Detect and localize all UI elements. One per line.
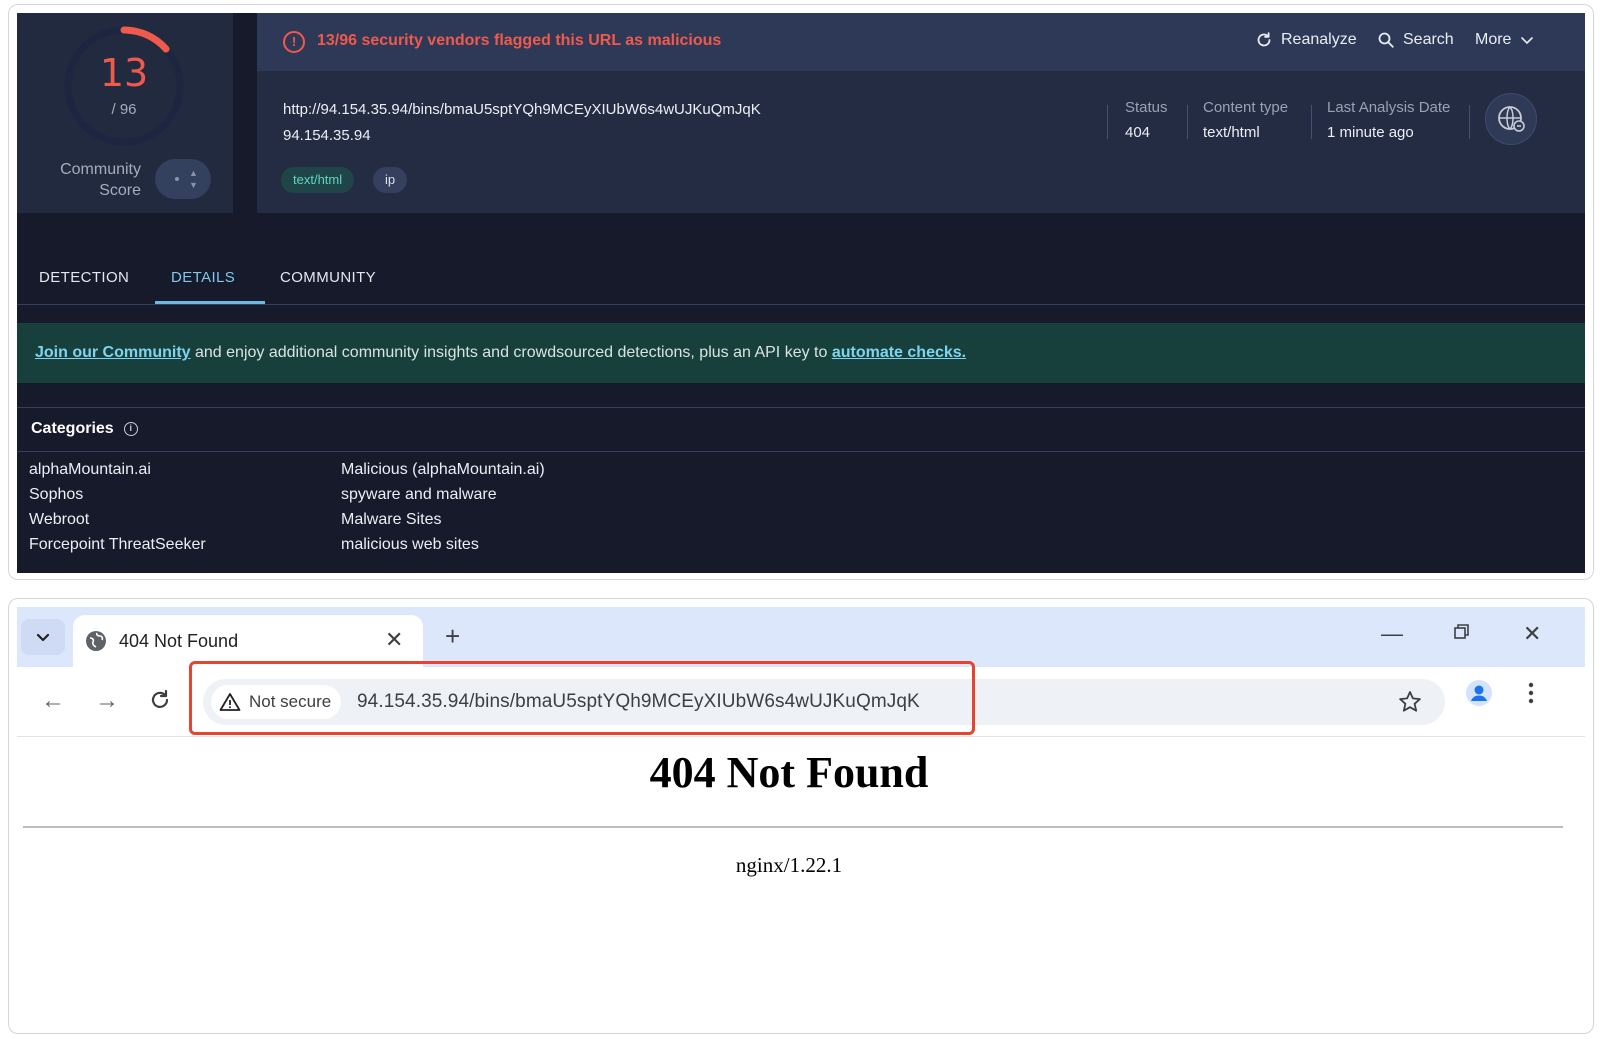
category-row: Sophos spyware and malware — [17, 486, 1585, 511]
browser-tabstrip: 404 Not Found ✕ + — ✕ — [17, 607, 1585, 667]
close-window-icon[interactable]: ✕ — [1523, 621, 1541, 647]
tag-content-type[interactable]: text/html — [281, 167, 355, 193]
refresh-icon — [1257, 32, 1271, 47]
more-options-icon[interactable] — [1527, 679, 1535, 707]
browser-page-content: 404 Not Found nginx/1.22.1 — [17, 737, 1585, 1027]
restore-icon[interactable] — [1453, 621, 1471, 647]
status-label: Status — [1125, 99, 1168, 116]
browser-screenshot-panel: 404 Not Found ✕ + — ✕ ← → Not secure 94.… — [8, 598, 1594, 1034]
page-heading: 404 Not Found — [649, 748, 929, 797]
automate-checks-link[interactable]: automate checks. — [832, 344, 966, 361]
alert-circle-icon: ! — [283, 31, 305, 53]
category-row: Webroot Malware Sites — [17, 511, 1585, 536]
vote-up-icon[interactable]: ▲ — [189, 169, 198, 178]
search-label: Search — [1403, 31, 1454, 48]
category-vendor: Forcepoint ThreatSeeker — [29, 536, 206, 553]
last-analysis-value: 1 minute ago — [1327, 124, 1414, 141]
community-score-label: Community Score — [60, 161, 141, 199]
detection-total: / 96 — [111, 101, 137, 118]
chevron-down-icon — [1521, 37, 1534, 44]
join-community-banner: Join our Community and enjoy additional … — [17, 323, 1585, 383]
back-icon[interactable]: ← — [41, 689, 65, 713]
active-tab-indicator — [155, 301, 265, 304]
category-value: Malware Sites — [341, 511, 442, 528]
address-highlight-annotation — [189, 661, 975, 735]
vote-down-icon[interactable]: ▼ — [189, 181, 198, 190]
chevron-down-icon — [36, 633, 50, 642]
categories-title: Categories — [31, 420, 114, 437]
meta-divider — [1469, 105, 1470, 139]
detection-count: 13 — [99, 51, 149, 95]
close-tab-icon[interactable]: ✕ — [385, 627, 403, 653]
status-value: 404 — [1125, 124, 1151, 141]
info-icon[interactable]: i — [123, 422, 138, 436]
virustotal-report: 13 / 96 Community Score ▲ ▼ ! 13/96 secu… — [17, 13, 1585, 573]
section-divider — [17, 451, 1585, 452]
banner-text: and enjoy additional community insights … — [190, 344, 832, 361]
restore-window-glyph — [1454, 624, 1469, 639]
category-value: spyware and malware — [341, 486, 497, 503]
search-button[interactable]: Search — [1377, 31, 1454, 49]
reanalyze-label: Reanalyze — [1281, 31, 1357, 48]
status-meta: Status 404 — [1125, 99, 1168, 141]
report-tabs: DETECTION DETAILS COMMUNITY — [17, 249, 1585, 305]
category-value: malicious web sites — [341, 536, 479, 553]
reanalyze-button[interactable]: Reanalyze — [1255, 31, 1357, 49]
scanned-host: 94.154.35.94 — [283, 127, 371, 144]
section-divider — [17, 407, 1585, 408]
community-score-dot — [175, 177, 179, 181]
category-vendor: Sophos — [29, 486, 84, 503]
tab-detection[interactable]: DETECTION — [39, 269, 129, 286]
server-signature: nginx/1.22.1 — [735, 853, 843, 877]
detection-score-card: 13 / 96 Community Score ▲ ▼ — [17, 13, 233, 213]
last-analysis-meta: Last Analysis Date 1 minute ago — [1327, 99, 1450, 141]
globe-link-icon — [1498, 106, 1525, 132]
meta-divider — [1311, 105, 1312, 139]
tab-details[interactable]: DETAILS — [171, 269, 235, 286]
reload-glyph — [151, 689, 169, 708]
category-vendor: alphaMountain.ai — [29, 461, 151, 478]
community-score-widget[interactable]: ▲ ▼ — [155, 159, 211, 199]
tab-community[interactable]: COMMUNITY — [280, 269, 376, 286]
content-type-label: Content type — [1203, 99, 1289, 116]
tag-ip[interactable]: ip — [373, 167, 408, 193]
alert-text: 13/96 security vendors flagged this URL … — [317, 32, 722, 49]
reload-icon[interactable] — [149, 689, 171, 716]
content-type-meta: Content type text/html — [1203, 99, 1288, 141]
category-row: alphaMountain.ai Malicious (alphaMountai… — [17, 461, 1585, 486]
url-globe-button[interactable] — [1485, 93, 1537, 145]
meta-divider — [1107, 105, 1108, 139]
scanned-url[interactable]: http://94.154.35.94/bins/bmaU5sptYQh9MCE… — [283, 101, 761, 118]
last-analysis-label: Last Analysis Date — [1327, 99, 1451, 116]
categories-heading: Categories i — [31, 420, 138, 438]
join-community-link[interactable]: Join our Community — [35, 344, 191, 361]
alert-bar: ! 13/96 security vendors flagged this UR… — [257, 13, 1585, 71]
horizontal-rule — [23, 826, 1563, 828]
forward-icon[interactable]: → — [95, 689, 119, 713]
category-row: Forcepoint ThreatSeeker malicious web si… — [17, 536, 1585, 561]
more-label: More — [1475, 31, 1512, 48]
new-tab-icon[interactable]: + — [445, 621, 460, 652]
profile-avatar-icon[interactable] — [1465, 679, 1493, 707]
bookmark-star-icon[interactable] — [1397, 689, 1423, 715]
virustotal-screenshot-panel: 13 / 96 Community Score ▲ ▼ ! 13/96 secu… — [8, 4, 1594, 580]
more-menu-button[interactable]: More — [1475, 31, 1535, 49]
minimize-icon[interactable]: — — [1381, 621, 1403, 647]
globe-icon — [86, 631, 106, 651]
content-type-value: text/html — [1203, 124, 1260, 141]
category-value: Malicious (alphaMountain.ai) — [341, 461, 545, 478]
browser-tab-title: 404 Not Found — [119, 631, 239, 651]
category-vendor: Webroot — [29, 511, 90, 528]
search-icon — [1378, 32, 1394, 48]
meta-divider — [1187, 105, 1188, 139]
tab-search-button[interactable] — [21, 619, 65, 655]
browser-tab-active[interactable]: 404 Not Found ✕ — [73, 615, 423, 667]
url-summary-card: ! 13/96 security vendors flagged this UR… — [257, 13, 1585, 213]
